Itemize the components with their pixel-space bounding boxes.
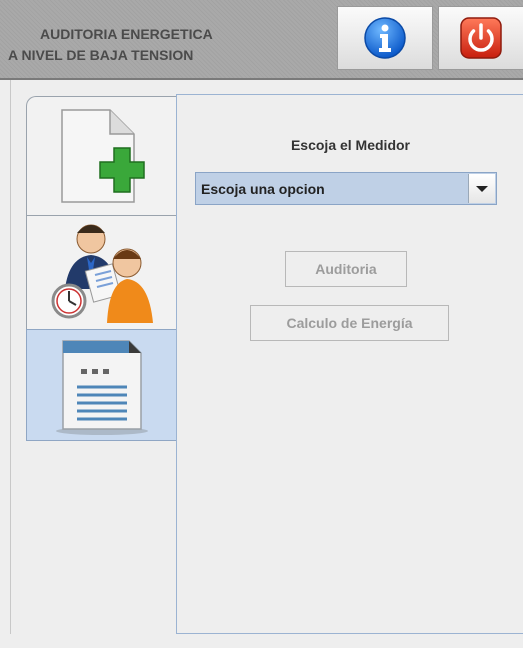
info-icon [364,17,406,59]
app-title: AUDITORIA ENERGETICA A NIVEL DE BAJA TEN… [8,24,213,66]
left-border [0,80,11,648]
meter-label: Escoja el Medidor [290,137,411,153]
meter-select[interactable]: Escoja una opcion [195,172,497,205]
title-line-1: AUDITORIA ENERGETICA [40,26,213,42]
calculo-energia-button[interactable]: Calculo de Energía [250,305,449,341]
chevron-down-icon[interactable] [468,174,495,203]
report-document-icon [55,340,148,435]
auditoria-button[interactable]: Auditoria [285,251,407,287]
content-panel: Escoja el Medidor Escoja una opcion Audi… [176,94,523,634]
app-header: AUDITORIA ENERGETICA A NIVEL DE BAJA TEN… [0,0,523,80]
tab-people-audit[interactable] [26,215,176,330]
people-audit-icon [51,224,153,323]
info-button[interactable] [337,6,433,70]
power-button[interactable] [438,6,523,70]
meter-select-value: Escoja una opcion [201,181,325,197]
tab-new-document[interactable] [26,96,176,216]
title-line-2: A NIVEL DE BAJA TENSION [8,47,194,63]
tab-report[interactable] [26,329,176,441]
power-icon [460,17,502,59]
bottom-area [0,634,523,648]
new-document-icon [60,109,145,203]
